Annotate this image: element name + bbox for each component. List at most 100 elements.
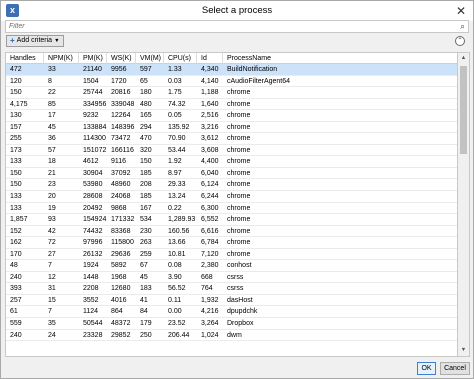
- table-cell: 29.33: [168, 181, 186, 189]
- table-cell: 93: [48, 216, 56, 224]
- table-cell: chrome: [227, 123, 251, 131]
- table-row[interactable]: 150 23 53980 48960 208 29.33 6,124 chrome: [6, 179, 457, 192]
- table-cell: 35: [48, 320, 56, 328]
- process-grid: Handles NPM(K) PM(K) WS(K) VM(M) CPU(s) Id Proc…: [5, 52, 458, 357]
- table-row[interactable]: 120 8 1504 1720 65 0.03 4,140 cAudioFilterAgent…: [6, 76, 457, 88]
- table-row[interactable]: 61 7 1124 864 84 0.00 4,216 dpupdchk: [6, 306, 457, 319]
- table-cell: 83368: [111, 227, 131, 235]
- table-cell: 1,188: [201, 89, 219, 97]
- table-cell: 3,608: [201, 146, 219, 154]
- table-cell: 20492: [83, 204, 103, 212]
- table-cell: 150: [10, 169, 22, 177]
- table-cell: chrome: [227, 158, 251, 166]
- table-cell: 9868: [111, 204, 127, 212]
- table-row[interactable]: 4,175 85 334956 339048 480 74.32 1,640 chrome: [6, 99, 457, 111]
- table-cell: 1720: [111, 77, 127, 85]
- table-cell: 250: [140, 331, 152, 339]
- table-row[interactable]: 240 12 1448 1968 45 3.90 668 csrss: [6, 272, 457, 284]
- column-header[interactable]: PM(K): [79, 53, 107, 64]
- table-row[interactable]: 48 7 1924 5892 67 0.08 2,380 conhost: [6, 260, 457, 272]
- table-cell: 1,024: [201, 331, 219, 339]
- cancel-button[interactable]: Cancel: [440, 362, 470, 375]
- table-cell: 130: [10, 112, 22, 120]
- title-bar: x Select a process ✕: [1, 1, 473, 21]
- table-cell: 334956: [83, 100, 107, 108]
- table-cell: 45: [140, 273, 148, 281]
- table-cell: chrome: [227, 100, 251, 108]
- dropdown-arrow-icon: ▼: [54, 38, 60, 44]
- table-row[interactable]: 170 27 26132 29636 259 10.81 7,120 chrome: [6, 249, 457, 261]
- table-cell: 21: [48, 169, 56, 177]
- table-cell: 1924: [83, 262, 99, 270]
- table-cell: 27: [48, 250, 56, 258]
- table-row[interactable]: 133 20 28608 24068 185 13.24 6,244 chrome: [6, 191, 457, 203]
- table-cell: 1.33: [168, 66, 182, 73]
- scroll-thumb[interactable]: [460, 66, 467, 154]
- table-cell: csrss: [227, 285, 244, 293]
- table-cell: 559: [10, 320, 22, 328]
- search-icon[interactable]: ⌕: [460, 21, 465, 32]
- column-header[interactable]: VM(M): [136, 53, 164, 64]
- table-cell: 320: [140, 146, 152, 154]
- table-row[interactable]: 173 57 151072 166116 320 53.44 3,608 chrome: [6, 145, 457, 157]
- table-cell: 114300: [83, 135, 106, 143]
- table-cell: 120: [10, 77, 22, 85]
- table-cell: 28608: [83, 193, 103, 201]
- column-header[interactable]: CPU(s): [164, 53, 197, 64]
- table-row[interactable]: 133 19 20492 9868 167 0.22 6,300 chrome: [6, 203, 457, 215]
- table-cell: 6,784: [201, 239, 219, 247]
- table-cell: 12680: [111, 285, 131, 293]
- column-header[interactable]: Handles: [6, 53, 44, 64]
- table-cell: 294: [140, 123, 152, 131]
- table-cell: 1,289.93: [168, 216, 196, 224]
- table-row[interactable]: 559 35 50544 48372 179 23.52 3,264 Dropbox: [6, 318, 457, 330]
- table-row[interactable]: 152 42 74432 83368 230 160.56 6,616 chrome: [6, 226, 457, 238]
- table-cell: 42: [48, 227, 56, 235]
- table-row[interactable]: 130 17 9232 12264 165 0.05 2,516 chrome: [6, 110, 457, 122]
- table-row[interactable]: 133 18 4612 9116 150 1.92 4,400 chrome: [6, 156, 457, 168]
- ok-button[interactable]: OK: [417, 362, 436, 375]
- scroll-up-arrow[interactable]: ▲: [458, 53, 469, 64]
- table-row[interactable]: 393 31 2208 12680 183 56.52 764 csrss: [6, 283, 457, 295]
- criteria-bar: + Add criteria ▼ ⌃: [1, 34, 473, 49]
- table-cell: 57: [48, 146, 56, 154]
- column-header[interactable]: NPM(K): [44, 53, 79, 64]
- collapse-icon[interactable]: ⌃: [455, 36, 465, 46]
- table-cell: 171332: [111, 216, 135, 224]
- table-cell: 23328: [83, 331, 103, 339]
- table-cell: 472: [10, 66, 22, 73]
- add-criteria-button[interactable]: + Add criteria ▼: [6, 35, 64, 47]
- scroll-down-arrow[interactable]: ▼: [458, 345, 469, 356]
- table-cell: 67: [140, 262, 148, 270]
- filter-input[interactable]: [6, 21, 436, 32]
- table-row[interactable]: 257 15 3552 4016 41 0.11 1,932 dasHost: [6, 295, 457, 307]
- table-cell: 1448: [83, 273, 99, 281]
- close-button[interactable]: ✕: [454, 4, 468, 18]
- table-row[interactable]: 1,857 93 154924 171332 534 1,289.93 6,552 chrom…: [6, 214, 457, 226]
- table-cell: 185: [140, 169, 152, 177]
- filter-bar: ⌕: [5, 20, 469, 33]
- column-header[interactable]: ProcessName: [223, 53, 457, 64]
- table-cell: 6,300: [201, 204, 219, 212]
- table-cell: 208: [140, 181, 152, 189]
- table-cell: 534: [140, 216, 152, 224]
- table-row[interactable]: 150 21 30904 37092 185 8.97 6,040 chrome: [6, 168, 457, 180]
- column-header[interactable]: WS(K): [107, 53, 136, 64]
- table-cell: 3.90: [168, 273, 182, 281]
- grid-header: Handles NPM(K) PM(K) WS(K) VM(M) CPU(s) Id Proc…: [6, 53, 457, 64]
- table-row[interactable]: 472 33 21140 9956 597 1.33 4,340 BuildNotificat…: [6, 64, 457, 76]
- plus-icon: +: [10, 36, 15, 45]
- table-row[interactable]: 162 72 97996 115800 263 13.66 6,784 chrome: [6, 237, 457, 249]
- table-cell: 1124: [83, 308, 99, 316]
- table-row[interactable]: 240 24 23328 29852 250 206.44 1,024 dwm: [6, 330, 457, 342]
- table-cell: 150: [10, 181, 22, 189]
- table-row[interactable]: 150 22 25744 20816 180 1.75 1,188 chrome: [6, 87, 457, 99]
- column-header[interactable]: Id: [197, 53, 223, 64]
- vertical-scrollbar[interactable]: ▲ ▼: [458, 52, 470, 357]
- table-row[interactable]: 255 36 114300 73472 470 70.90 3,612 chrome: [6, 133, 457, 145]
- table-cell: chrome: [227, 250, 251, 258]
- table-cell: 151072: [83, 146, 107, 154]
- table-row[interactable]: 157 45 133884 148396 294 135.92 3,216 chrome: [6, 122, 457, 134]
- table-cell: 480: [140, 100, 152, 108]
- table-cell: 0.05: [168, 112, 182, 120]
